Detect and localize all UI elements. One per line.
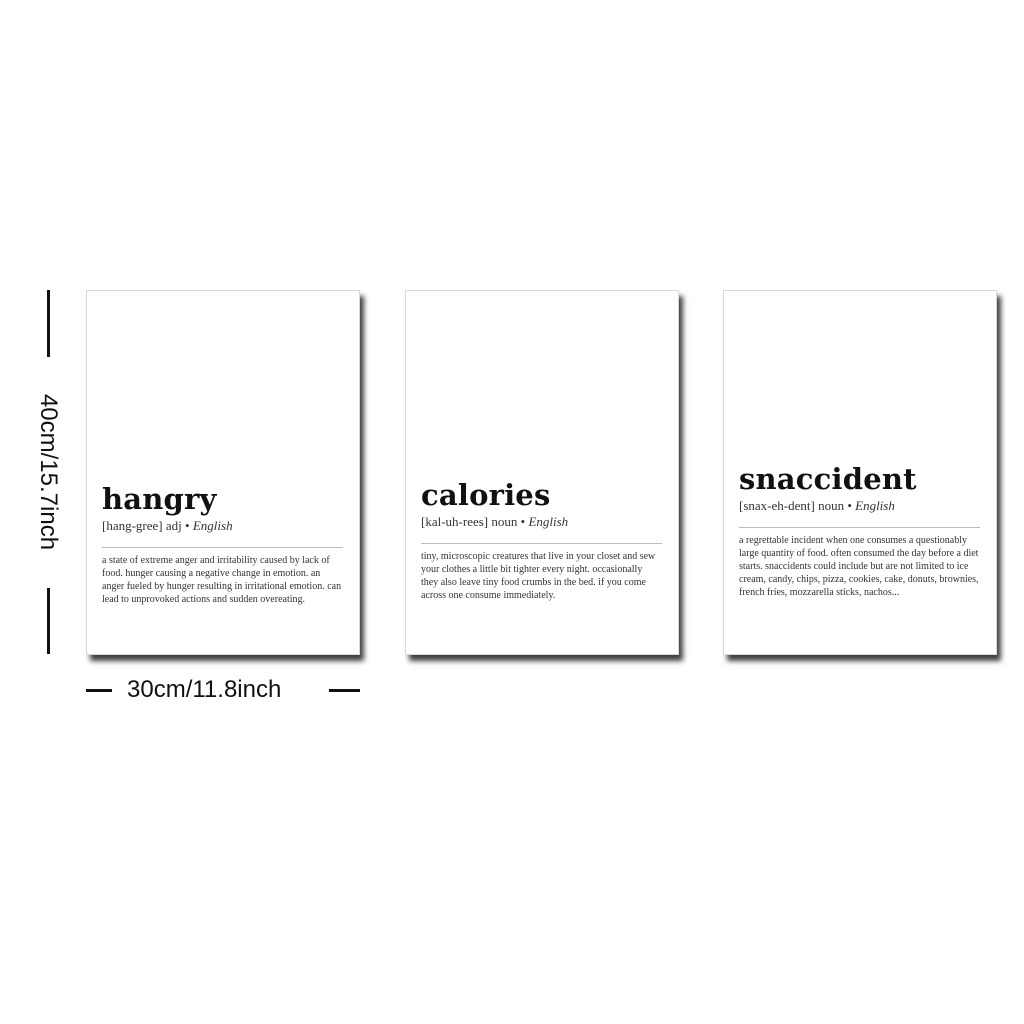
height-dimension-line-bottom xyxy=(47,588,50,654)
pronunciation-line: [kal-uh-rees] noun • English xyxy=(421,514,662,530)
height-dimension-label: 40cm/15.7inch xyxy=(35,393,62,551)
separator-dot: • xyxy=(185,518,190,533)
separator-dot: • xyxy=(520,514,526,529)
definition-block: hangry [hang-gree] adj • English a state… xyxy=(102,483,343,606)
poster-calories: calories [kal-uh-rees] noun • English ti… xyxy=(405,290,679,655)
width-dimension-line-right xyxy=(329,689,360,692)
language: English xyxy=(855,498,895,513)
pronunciation-line: [hang-gree] adj • English xyxy=(102,518,343,534)
definition-block: snaccident [snax-eh-dent] noun • English… xyxy=(739,463,980,599)
pronunciation: [kal-uh-rees] xyxy=(421,514,489,529)
part-of-speech: adj xyxy=(165,518,182,533)
pronunciation: [snax-eh-dent] xyxy=(739,498,815,513)
poster-snaccident: snaccident [snax-eh-dent] noun • English… xyxy=(723,290,997,655)
pronunciation-line: [snax-eh-dent] noun • English xyxy=(739,498,980,514)
poster-word: calories xyxy=(421,478,551,512)
separator-dot: • xyxy=(847,498,852,513)
part-of-speech: noun xyxy=(818,498,845,513)
definition-text: a regrettable incident when one consumes… xyxy=(739,535,979,598)
width-dimension-label: 30cm/11.8inch xyxy=(127,676,282,703)
width-dimension-line-left xyxy=(86,689,112,692)
divider xyxy=(102,547,343,548)
definition-text: tiny, microscopic creatures that live in… xyxy=(421,551,656,601)
poster-hangry: hangry [hang-gree] adj • English a state… xyxy=(86,290,360,655)
definition-text: a state of extreme anger and irritabilit… xyxy=(102,555,342,605)
height-dimension-line-top xyxy=(47,290,50,357)
poster-word: snaccident xyxy=(739,462,917,496)
pronunciation: [hang-gree] xyxy=(102,518,163,533)
divider xyxy=(739,527,980,528)
poster-word: hangry xyxy=(102,482,217,516)
language: English xyxy=(192,518,233,533)
part-of-speech: noun xyxy=(491,514,518,529)
divider xyxy=(421,543,662,544)
language: English xyxy=(528,514,569,529)
definition-block: calories [kal-uh-rees] noun • English ti… xyxy=(421,479,662,602)
